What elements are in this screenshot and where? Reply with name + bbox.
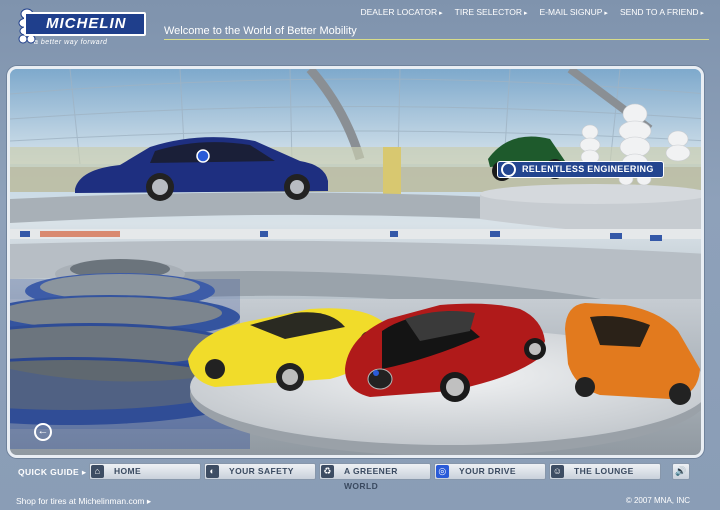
nav-the-lounge-button[interactable]: ☺ THE LOUNGE (549, 463, 661, 480)
relentless-engineering-badge[interactable]: RELENTLESS ENGINEERING (497, 161, 664, 178)
welcome-text: Welcome to the World of Better Mobility (164, 25, 357, 37)
logo-wordmark: MICHELIN (24, 12, 146, 36)
michelin-logo[interactable]: MICHELIN a better way forward (14, 8, 148, 50)
dealer-locator-link[interactable]: DEALER LOCATOR (360, 7, 442, 17)
quick-guide-text: QUICK GUIDE (18, 467, 80, 477)
logo-tagline: a better way forward (34, 39, 108, 46)
nav-home-button[interactable]: ⌂ HOME (89, 463, 201, 480)
home-icon: ⌂ (91, 465, 104, 478)
top-links: DEALER LOCATOR TIRE SELECTOR E-MAIL SIGN… (360, 7, 704, 17)
shop-tires-link[interactable]: Shop for tires at Michelinman.com ▸ (16, 496, 151, 507)
send-to-friend-link[interactable]: SEND TO A FRIEND (620, 7, 704, 17)
email-signup-link[interactable]: E-MAIL SIGNUP (540, 7, 608, 17)
showroom-illustration (10, 69, 701, 455)
nav-greener-world-button[interactable]: ♻ A GREENER WORLD (319, 463, 431, 491)
back-arrow-icon[interactable]: ← (34, 423, 52, 441)
nav-your-safety-button[interactable]: ◐ YOUR SAFETY (204, 463, 316, 480)
nav-safety-label: YOUR SAFETY (229, 466, 294, 476)
badge-label: RELENTLESS ENGINEERING (522, 164, 654, 174)
nav-your-drive-button[interactable]: ◎ YOUR DRIVE (434, 463, 546, 480)
showroom-scene[interactable]: RELENTLESS ENGINEERING ← (7, 66, 704, 458)
steering-wheel-icon: ◎ (436, 465, 449, 478)
nav-greener-label: A GREENER WORLD (344, 466, 398, 491)
header-divider (164, 39, 709, 40)
shop-tires-text: Shop for tires at Michelinman.com (16, 496, 145, 506)
quick-guide-label: QUICK GUIDE ▸ (18, 467, 87, 477)
recycle-icon: ♻ (321, 465, 334, 478)
nav-lounge-label: THE LOUNGE (574, 466, 634, 476)
nav-home-label: HOME (114, 466, 142, 476)
nav-drive-label: YOUR DRIVE (459, 466, 516, 476)
sound-toggle-icon[interactable]: 🔊 (672, 463, 690, 480)
safety-icon: ◐ (206, 465, 219, 478)
copyright-text: © 2007 MNA, INC (625, 496, 690, 505)
smiley-icon: ☺ (551, 465, 564, 478)
tire-selector-link[interactable]: TIRE SELECTOR (455, 7, 528, 17)
steering-wheel-icon (501, 162, 516, 177)
